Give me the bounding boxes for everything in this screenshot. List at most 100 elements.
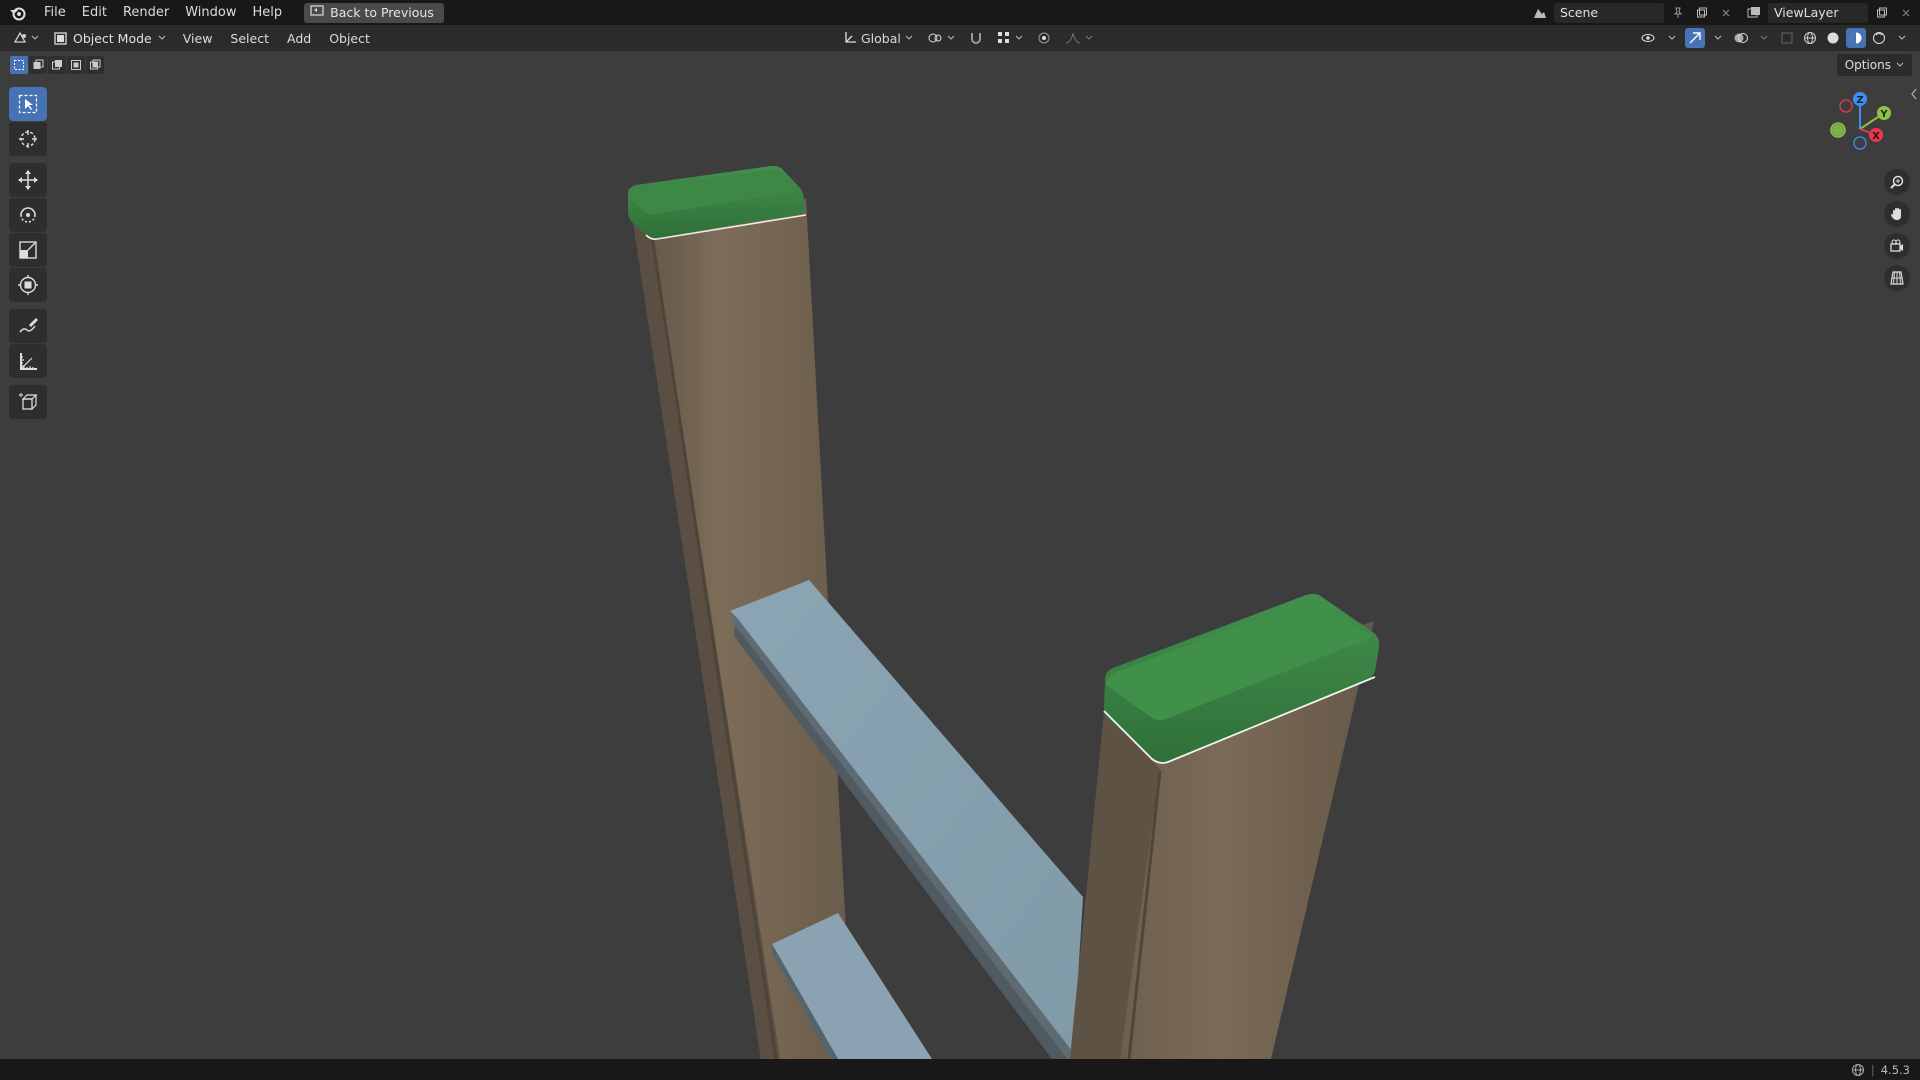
show-gizmo-toggle[interactable] xyxy=(1685,28,1705,48)
select-intersect-button[interactable] xyxy=(86,56,104,74)
chevron-down-icon xyxy=(947,35,955,40)
gizmo-y-label: Y xyxy=(1879,109,1888,120)
toggle-perspective-button[interactable] xyxy=(1884,265,1910,291)
select-new-button[interactable] xyxy=(10,56,28,74)
chevron-down-icon xyxy=(1015,35,1023,40)
xray-toggle[interactable] xyxy=(1777,28,1797,48)
rotate-icon xyxy=(20,207,36,223)
camera-icon xyxy=(1890,239,1903,252)
object-mode-dropdown[interactable]: Object Mode xyxy=(46,27,174,49)
menu-window[interactable]: Window xyxy=(177,0,244,25)
rendered-sphere-icon xyxy=(1873,32,1885,44)
header-menu-select[interactable]: Select xyxy=(221,31,278,46)
proportional-editing-toggle[interactable] xyxy=(1032,28,1056,48)
new-scene-icon[interactable] xyxy=(1692,3,1712,23)
tool-add-cube[interactable] xyxy=(9,385,47,419)
blender-logo-icon[interactable] xyxy=(0,0,36,25)
scene-icon[interactable] xyxy=(1530,3,1550,23)
3d-viewport[interactable]: Options Z Y X xyxy=(0,51,1920,1059)
navigation-gizmo[interactable]: Z Y X xyxy=(1822,91,1898,167)
tool-move[interactable] xyxy=(9,163,47,197)
blender-version: 4.5.3 xyxy=(1880,1062,1910,1077)
top-right-controls: Scene ViewLayer xyxy=(1526,0,1920,25)
move-icon xyxy=(18,170,38,190)
select-subtract-icon xyxy=(52,60,62,70)
camera-view-button[interactable] xyxy=(1884,233,1910,259)
chevron-left-icon xyxy=(1911,88,1917,100)
blender-window: File Edit Render Window Help Back to Pre… xyxy=(0,0,1920,1080)
options-dropdown[interactable]: Options xyxy=(1836,54,1912,76)
gizmo-z-axis[interactable]: Z xyxy=(1853,92,1867,106)
pivot-point-icon xyxy=(928,33,942,43)
menu-render[interactable]: Render xyxy=(115,0,177,25)
tool-cursor[interactable] xyxy=(9,122,47,156)
sidebar-toggle[interactable] xyxy=(1910,87,1918,101)
gizmo-x-axis[interactable]: X xyxy=(1869,128,1883,142)
transform-icon xyxy=(18,275,38,295)
shading-solid-button[interactable] xyxy=(1823,28,1843,48)
tool-scale[interactable] xyxy=(9,233,47,267)
header-menu-object[interactable]: Object xyxy=(320,31,379,46)
material-sphere-icon xyxy=(1850,32,1862,44)
header-right-tools xyxy=(1639,25,1912,51)
shading-wireframe-button[interactable] xyxy=(1800,28,1820,48)
shading-material-preview-button[interactable] xyxy=(1846,28,1866,48)
proportional-falloff-dropdown[interactable] xyxy=(1060,28,1098,48)
tool-annotate[interactable] xyxy=(9,309,47,343)
gizmo-x-label: X xyxy=(1872,131,1880,142)
back-to-previous-button[interactable]: Back to Previous xyxy=(304,2,444,23)
object-mode-icon xyxy=(54,31,67,45)
gizmo-neg-z[interactable] xyxy=(1853,136,1867,150)
gizmo-neg-x[interactable] xyxy=(1839,99,1853,113)
tool-transform[interactable] xyxy=(9,268,47,302)
menu-file[interactable]: File xyxy=(36,0,74,25)
back-to-previous-label: Back to Previous xyxy=(330,5,434,20)
selectability-visibility-button[interactable] xyxy=(1639,28,1659,48)
pivot-point-dropdown[interactable] xyxy=(922,28,960,48)
pan-button[interactable] xyxy=(1884,201,1910,227)
snap-target-dropdown[interactable] xyxy=(992,28,1028,48)
select-extend-button[interactable] xyxy=(29,56,47,74)
view-layer-name-field[interactable]: ViewLayer xyxy=(1768,2,1868,23)
wireframe-sphere-icon xyxy=(1804,32,1816,44)
show-overlays-toggle[interactable] xyxy=(1731,28,1751,48)
delete-scene-icon[interactable] xyxy=(1716,3,1736,23)
options-label: Options xyxy=(1844,58,1891,72)
orientation-axes-icon xyxy=(845,32,856,43)
select-subtract-button[interactable] xyxy=(48,56,66,74)
new-view-layer-icon[interactable] xyxy=(1872,3,1892,23)
chevron-down-button[interactable] xyxy=(1662,28,1682,48)
tool-rotate[interactable] xyxy=(9,198,47,232)
transform-orientation-dropdown[interactable]: Global xyxy=(838,28,918,48)
snap-toggle[interactable] xyxy=(964,28,988,48)
screen-back-icon xyxy=(310,5,324,20)
viewport-nav-buttons xyxy=(1884,169,1910,291)
snap-grid-icon xyxy=(997,32,1009,43)
zoom-button[interactable] xyxy=(1884,169,1910,195)
add-cube-icon xyxy=(19,393,38,410)
right-post[interactable] xyxy=(1070,593,1380,1059)
view-layer-selector: ViewLayer xyxy=(1740,2,1920,23)
header-menu-add[interactable]: Add xyxy=(278,31,320,46)
tool-select-box[interactable] xyxy=(9,87,47,121)
cursor-icon xyxy=(19,130,37,148)
shading-options-dropdown[interactable] xyxy=(1892,28,1912,48)
menu-edit[interactable]: Edit xyxy=(74,0,115,25)
gizmo-y-axis[interactable]: Y xyxy=(1877,106,1891,120)
delete-view-layer-icon[interactable] xyxy=(1896,3,1916,23)
select-box-icon xyxy=(18,94,38,114)
pin-icon[interactable] xyxy=(1668,3,1688,23)
overlays-icon xyxy=(1734,33,1748,43)
shading-rendered-button[interactable] xyxy=(1869,28,1889,48)
select-invert-button[interactable] xyxy=(67,56,85,74)
editor-type-button[interactable] xyxy=(6,27,46,49)
tool-measure[interactable] xyxy=(9,344,47,378)
menu-help[interactable]: Help xyxy=(245,0,291,25)
header-menu-view[interactable]: View xyxy=(174,31,222,46)
chevron-down-icon xyxy=(1896,62,1904,67)
overlays-dropdown[interactable] xyxy=(1754,28,1774,48)
gizmo-options-dropdown[interactable] xyxy=(1708,28,1728,48)
view-layer-icon[interactable] xyxy=(1744,3,1764,23)
scene-name-field[interactable]: Scene xyxy=(1554,2,1664,23)
chevron-down-icon xyxy=(31,35,39,40)
